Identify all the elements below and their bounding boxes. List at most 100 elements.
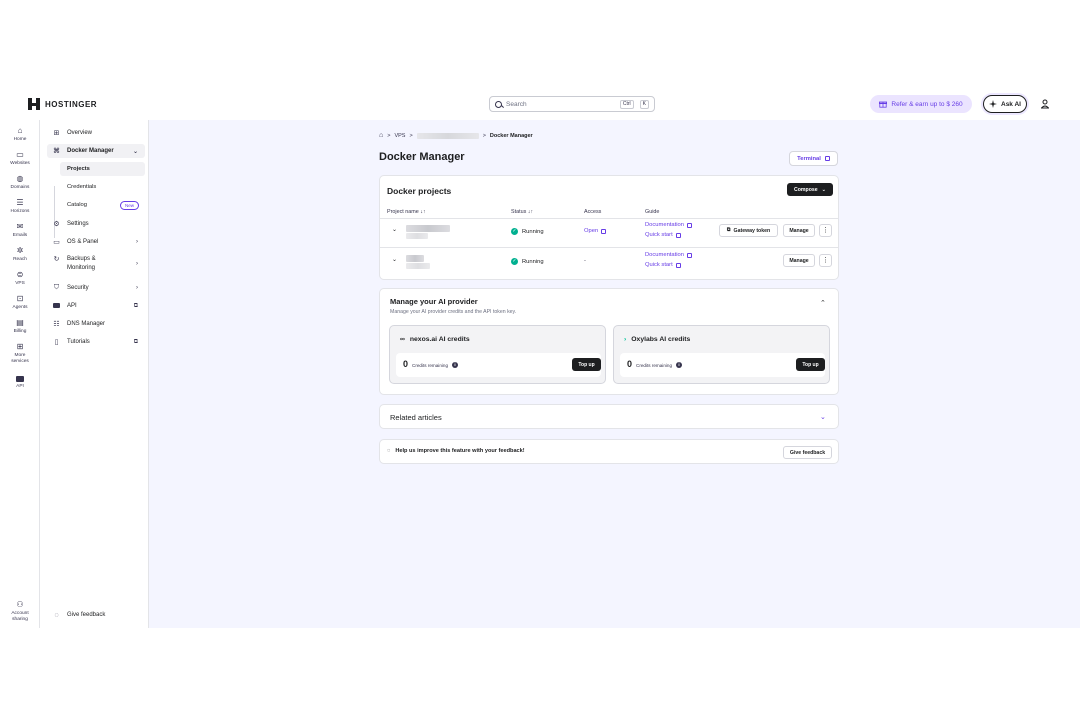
overview-icon: ⊞ <box>53 130 60 137</box>
docker-projects-card: Docker projects Compose ⌄ Project name ↓… <box>379 175 839 280</box>
logo[interactable]: HOSTINGER <box>28 98 97 110</box>
open-link[interactable]: Open <box>584 228 607 234</box>
sidebar-item-credentials[interactable]: Credentials <box>60 180 145 194</box>
home-icon[interactable]: ⌂ <box>379 132 383 139</box>
sidebar-item-projects[interactable]: Projects <box>60 162 145 176</box>
external-link-icon: ⧉ <box>133 302 138 309</box>
sidebar-item-overview[interactable]: ⊞ Overview <box>47 126 145 140</box>
chevron-down-icon: ⌄ <box>821 186 826 193</box>
documentation-link[interactable]: Documentation <box>645 222 692 228</box>
sidebar-item-catalog[interactable]: Catalog New <box>60 198 145 212</box>
info-icon[interactable]: i <box>452 362 458 368</box>
external-link-icon <box>824 156 830 161</box>
related-articles-card[interactable]: Related articles ⌄ <box>379 404 839 429</box>
check-circle-icon: ✓ <box>511 228 518 235</box>
sidebar-give-feedback[interactable]: ◌ Give feedback <box>47 608 145 622</box>
expand-chevron-icon[interactable]: ⌄ <box>392 226 397 233</box>
api-icon <box>16 376 24 382</box>
sidebar-item-tutorials[interactable]: ▯ Tutorials ⧉ <box>47 335 145 349</box>
new-badge: New <box>119 200 139 210</box>
card-icon: ▤ <box>16 318 24 327</box>
project-name-redacted <box>406 263 430 269</box>
breadcrumb-vps[interactable]: VPS <box>394 133 405 139</box>
expand-chevron-icon[interactable]: ⌄ <box>392 256 397 263</box>
sidebar-item-os-panel[interactable]: ▭ OS & Panel › <box>47 235 145 249</box>
rail-item-websites[interactable]: ▭ Websites <box>0 150 40 166</box>
breadcrumb-separator: > <box>482 132 486 139</box>
page-title: Docker Manager <box>379 151 465 163</box>
refer-earn-button[interactable]: Refer & earn up to $ 260 <box>870 95 972 113</box>
sidebar-item-settings[interactable]: ⚙ Settings <box>47 217 145 231</box>
primary-rail: ⌂ Home ▭ Websites ◍ Domains ☰ Horizons ✉ Emai… <box>0 120 40 628</box>
chevron-down-icon[interactable]: ⌄ <box>820 413 826 421</box>
rail-item-home[interactable]: ⌂ Home <box>0 126 40 142</box>
breadcrumb-server-redacted[interactable] <box>416 132 479 139</box>
terminal-button[interactable]: Terminal <box>789 151 838 166</box>
rail-item-domains[interactable]: ◍ Domains <box>0 174 40 190</box>
check-circle-icon: ✓ <box>511 258 518 265</box>
secondary-sidebar: ⊞ Overview ⌘ Docker Manager ⌄ Projects Cred… <box>40 120 149 628</box>
external-link-icon <box>675 232 681 238</box>
give-feedback-button[interactable]: Give feedback <box>783 446 832 459</box>
documentation-link[interactable]: Documentation <box>645 252 692 258</box>
rail-item-agents[interactable]: ⊡ Agents <box>0 294 40 310</box>
project-name-redacted <box>406 233 428 239</box>
compose-button[interactable]: Compose ⌄ <box>787 183 833 196</box>
dns-icon: ☷ <box>53 321 60 328</box>
sidebar-item-dns-manager[interactable]: ☷ DNS Manager <box>47 317 145 331</box>
oxylabs-icon: › <box>624 336 627 343</box>
oxylabs-credit-box: › Oxylabs AI credits 0 Credits remaining i… <box>613 325 830 384</box>
manage-button[interactable]: Manage <box>783 224 815 237</box>
quick-start-link[interactable]: Quick start <box>645 232 681 238</box>
chevron-up-icon[interactable]: ⌃ <box>820 299 826 307</box>
sidebar-item-security[interactable]: ⛉ Security › <box>47 281 145 295</box>
column-header-name[interactable]: Project name ↓↑ <box>387 209 426 215</box>
access-value: - <box>584 258 586 264</box>
sort-icon: ↓↑ <box>420 209 426 215</box>
sidebar-item-docker-manager[interactable]: ⌘ Docker Manager ⌄ <box>47 144 145 158</box>
globe-icon: ◍ <box>16 174 24 183</box>
ai-sparkle-icon <box>989 100 997 108</box>
hostinger-logo-icon <box>28 98 40 110</box>
info-icon[interactable]: i <box>676 362 682 368</box>
server-icon: ⊜ <box>16 270 24 279</box>
shield-icon: ⛉ <box>53 284 60 291</box>
sidebar-item-api[interactable]: API ⧉ <box>47 299 145 313</box>
projects-title: Docker projects <box>387 186 452 196</box>
ask-ai-button[interactable]: Ask AI <box>983 95 1027 113</box>
users-icon: ⚇ <box>16 600 24 609</box>
status-badge: ✓ Running <box>511 258 544 265</box>
rail-item-account-sharing[interactable]: ⚇ Account sharing <box>0 600 40 623</box>
top-up-button[interactable]: Top up <box>572 358 601 371</box>
external-link-icon <box>687 222 692 228</box>
external-link-icon <box>675 262 681 268</box>
rail-item-vps[interactable]: ⊜ VPS <box>0 270 40 286</box>
breadcrumb-current: Docker Manager <box>489 132 533 139</box>
sidebar-item-backups[interactable]: ↻ Backups & Monitoring › <box>47 253 145 275</box>
breadcrumb-separator: > <box>387 132 391 139</box>
rail-item-emails[interactable]: ✉ Emails <box>0 222 40 238</box>
project-name-redacted <box>406 225 450 232</box>
top-up-button[interactable]: Top up <box>796 358 825 371</box>
quick-start-link[interactable]: Quick start <box>645 262 681 268</box>
ai-provider-card: Manage your AI provider Manage your AI p… <box>379 288 839 395</box>
search-icon <box>495 100 502 108</box>
rail-item-more-services[interactable]: ⊞ More services <box>0 342 40 365</box>
rail-item-horizons[interactable]: ☰ Horizons <box>0 198 40 214</box>
infinity-icon: ∞ <box>400 336 405 343</box>
column-header-status[interactable]: Status ↓↑ <box>511 209 533 215</box>
gateway-token-button[interactable]: ⧉ Gateway token <box>719 224 778 237</box>
rail-item-api[interactable]: API <box>0 374 40 389</box>
comment-icon: ◌ <box>387 448 391 454</box>
rail-item-reach[interactable]: ✲ Reach <box>0 246 40 262</box>
credit-count: 0 <box>627 359 633 369</box>
more-options-icon[interactable]: ⋮ <box>819 254 832 267</box>
divider <box>380 218 838 219</box>
related-title: Related articles <box>390 413 442 422</box>
user-icon[interactable] <box>1041 99 1049 109</box>
rail-item-billing[interactable]: ▤ Billing <box>0 318 40 334</box>
more-options-icon[interactable]: ⋮ <box>819 224 832 237</box>
chevron-right-icon: › <box>136 239 138 245</box>
manage-button[interactable]: Manage <box>783 254 815 267</box>
search-input[interactable]: Search Ctrl K <box>489 96 655 112</box>
